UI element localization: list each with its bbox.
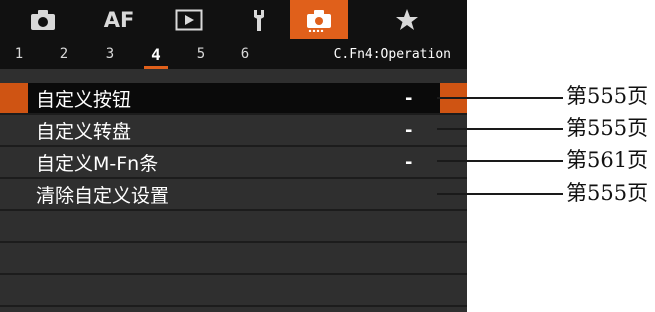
custom-functions-icon — [307, 9, 331, 32]
menu-item-value: - — [405, 151, 413, 173]
menu-item-clear-custom-settings[interactable]: 清除自定义设置 — [0, 179, 467, 211]
callout-leader-line — [437, 160, 563, 162]
main-tab-bar: AF — [0, 0, 467, 39]
menu-item-label: 自定义转盘 — [36, 120, 132, 143]
page-reference: 第555页 — [566, 116, 649, 140]
callout-leader-line — [437, 193, 563, 195]
active-subtab-indicator — [144, 66, 168, 69]
empty-row — [0, 243, 467, 275]
empty-row — [0, 275, 467, 307]
subtab-5[interactable]: 5 — [190, 39, 212, 69]
page-reference: 第555页 — [566, 84, 649, 108]
star-icon — [396, 8, 418, 30]
subtab-6[interactable]: 6 — [234, 39, 256, 69]
menu-item-label: 自定义按钮 — [36, 88, 132, 111]
section-title: C.Fn4:Operation — [333, 46, 451, 62]
camera-menu-screen: AF 1 2 3 4 5 6 C.Fn4:Operation 自定义按钮 - 自… — [0, 0, 467, 312]
tab-custom-functions[interactable] — [290, 0, 348, 39]
tab-af[interactable]: AF — [90, 0, 148, 39]
tab-af-label: AF — [103, 7, 135, 32]
subtab-4[interactable]: 4 — [145, 39, 167, 69]
menu-item-label: 清除自定义设置 — [36, 184, 170, 207]
callout-leader-line — [437, 97, 563, 99]
page-reference: 第561页 — [566, 148, 649, 172]
menu-item-custom-buttons[interactable]: 自定义按钮 - — [0, 83, 467, 115]
tab-playback[interactable] — [160, 0, 218, 39]
menu-item-label: 自定义M-Fn条 — [36, 152, 159, 175]
tab-shooting[interactable] — [14, 0, 72, 39]
menu-item-custom-mfn-bar[interactable]: 自定义M-Fn条 - — [0, 147, 467, 179]
playback-icon — [175, 9, 203, 30]
callout-leader-line — [437, 128, 563, 130]
subtab-2[interactable]: 2 — [53, 39, 75, 69]
wrench-icon — [254, 9, 264, 31]
menu-item-custom-dials[interactable]: 自定义转盘 - — [0, 115, 467, 147]
empty-row — [0, 211, 467, 243]
tab-my-menu[interactable] — [378, 0, 436, 39]
menu-item-value: - — [405, 87, 413, 109]
tab-setup[interactable] — [230, 0, 288, 39]
camera-icon — [31, 9, 55, 30]
subtab-3[interactable]: 3 — [99, 39, 121, 69]
subtab-bar: 1 2 3 4 5 6 C.Fn4:Operation — [0, 39, 467, 69]
menu-item-value: - — [405, 119, 413, 141]
subtab-1[interactable]: 1 — [8, 39, 30, 69]
page-reference: 第555页 — [566, 181, 649, 205]
